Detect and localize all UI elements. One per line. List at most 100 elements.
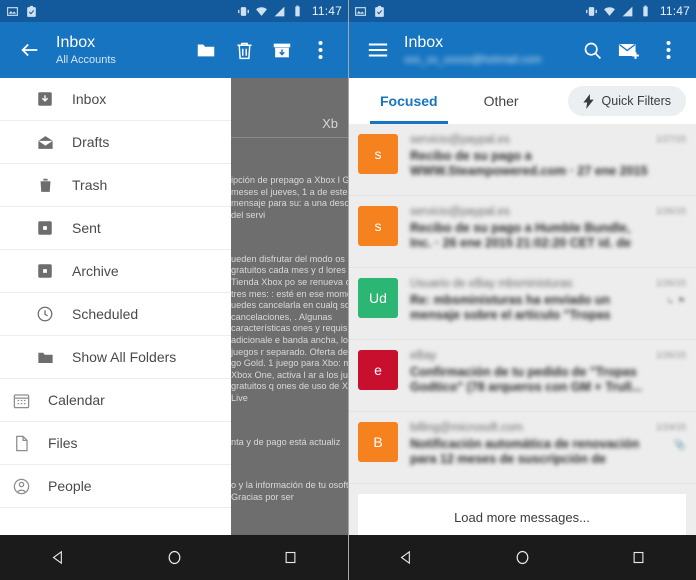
nav-back-button[interactable] <box>379 535 433 580</box>
drawer-scroll-area[interactable]: Inbox Drafts Trash Sent Archive Schedule… <box>0 78 231 535</box>
load-more-messages-button[interactable]: Load more messages... <box>358 494 686 535</box>
nav-recents-button[interactable] <box>611 535 665 580</box>
message-sender: eBay <box>410 350 437 362</box>
left-title-block: Inbox All Accounts <box>56 34 188 67</box>
person-icon <box>8 473 34 499</box>
folder-icon <box>32 344 58 370</box>
back-button[interactable] <box>10 30 50 70</box>
right-account-email: xxx_xx_xxxxx@hotmail.com <box>404 53 542 66</box>
search-button[interactable] <box>574 30 610 70</box>
message-list[interactable]: s servicio@paypal.es Recibo de su pago a… <box>348 124 696 535</box>
drawer-item-calendar[interactable]: Calendar <box>0 379 231 422</box>
drawer-item-inbox[interactable]: Inbox <box>0 78 231 121</box>
drawer-item-label: Files <box>48 435 78 451</box>
nav-back-button[interactable] <box>31 535 85 580</box>
message-meta-icon: ↳ ⚑ <box>665 296 686 307</box>
dimmed-message-behind-drawer[interactable]: Xb ipción de prepago a Xbox l Gold: 3 me… <box>231 78 348 535</box>
status-bar-right-icons: 11:47 <box>237 4 342 18</box>
hamburger-menu-icon <box>368 43 388 57</box>
message-text-block: billing@microsoft.com Notificación autom… <box>410 422 650 473</box>
lightning-icon <box>582 93 594 109</box>
message-text-block: eBay Confirmación de tu pedido de "Tropa… <box>410 350 650 401</box>
clipboard-check-icon <box>27 5 36 17</box>
left-pane-navigation-drawer: 11:47 Inbox All Accounts Xb ipción de pr… <box>0 0 348 580</box>
message-text-block: Usuario de eBay mbsministuras Re: mbsmin… <box>410 278 650 329</box>
clipboard-check-icon <box>375 5 384 17</box>
navigation-drawer: Inbox Drafts Trash Sent Archive Schedule… <box>0 78 231 535</box>
message-row[interactable]: B billing@microsoft.com Notificación aut… <box>348 412 696 484</box>
message-subject: Confirmación de tu pedido de "Tropas God… <box>410 365 643 394</box>
inbox-glyph <box>38 92 52 106</box>
quick-filters-button[interactable]: Quick Filters <box>567 86 686 116</box>
right-page-title: Inbox <box>404 33 444 51</box>
back-triangle-icon <box>52 550 62 565</box>
drawer-item-label: Inbox <box>72 91 107 107</box>
status-bar-left-icons <box>6 5 38 18</box>
signal-icon <box>622 6 633 16</box>
tab-focused[interactable]: Focused <box>370 78 448 124</box>
drawer-item-trash[interactable]: Trash <box>0 164 231 207</box>
sent-icon <box>32 215 58 241</box>
avatar: s <box>358 134 398 174</box>
message-row[interactable]: e eBay Confirmación de tu pedido de "Tro… <box>348 340 696 412</box>
drawer-item-drafts[interactable]: Drafts <box>0 121 231 164</box>
file-icon <box>8 430 34 456</box>
nav-recents-button[interactable] <box>263 535 317 580</box>
delete-button[interactable] <box>226 30 262 70</box>
drawer-item-scheduled[interactable]: Scheduled <box>0 293 231 336</box>
drawer-item-label: People <box>48 478 92 494</box>
move-to-folder-button[interactable] <box>188 30 224 70</box>
nav-home-button[interactable] <box>495 535 549 580</box>
status-bar-clock: 11:47 <box>659 4 690 18</box>
battery-icon <box>295 5 300 16</box>
new-mail-button[interactable] <box>612 30 648 70</box>
drawer-item-archive[interactable]: Archive <box>0 250 231 293</box>
drafts-glyph <box>37 135 53 149</box>
message-subject: Notificación automática de renovación pa… <box>410 437 640 469</box>
message-text-block: servicio@paypal.es Recibo de su pago a W… <box>410 134 650 185</box>
nav-home-button[interactable] <box>147 535 201 580</box>
drawer-item-label: Drafts <box>72 134 110 150</box>
status-bar-left-icons <box>354 5 386 18</box>
tab-label: Other <box>483 93 519 109</box>
dual-screenshot-composite: 11:47 Inbox All Accounts Xb ipción de pr… <box>0 0 696 580</box>
recents-square-icon <box>633 551 643 564</box>
back-arrow-icon <box>21 43 38 57</box>
message-subject: Recibo de su pago a Humble Bundle, Inc. … <box>410 221 631 250</box>
drawer-item-files[interactable]: Files <box>0 422 231 465</box>
avatar: Ud <box>358 278 398 318</box>
drawer-item-show-all-folders[interactable]: Show All Folders <box>0 336 231 379</box>
message-row[interactable]: s servicio@paypal.es Recibo de su pago a… <box>348 196 696 268</box>
person-glyph <box>13 478 29 494</box>
message-row[interactable]: s servicio@paypal.es Recibo de su pago a… <box>348 124 696 196</box>
avatar-letter: s <box>374 146 382 162</box>
archive-glyph <box>38 264 52 278</box>
message-meta: 1/26/15 <box>656 350 686 401</box>
behind-paragraph: nta y de pago está actualiz <box>231 436 341 447</box>
archive-button[interactable] <box>264 30 300 70</box>
image-icon <box>355 6 366 16</box>
tab-other[interactable]: Other <box>474 78 529 124</box>
message-meta: 1/27/15 <box>656 134 686 185</box>
behind-paragraph: o y la información de tu osoft.com. Grac… <box>231 480 348 503</box>
back-triangle-icon <box>400 550 410 565</box>
calendar-icon <box>8 387 34 413</box>
avatar: e <box>358 350 398 390</box>
message-date: 1/26/15 <box>655 278 686 288</box>
drawer-item-label: Archive <box>72 263 119 279</box>
left-app-bar-actions <box>188 30 338 70</box>
message-meta: 1/26/15 ↳ ⚑ <box>656 278 686 329</box>
hamburger-menu-button[interactable] <box>358 30 398 70</box>
avatar-letter: B <box>373 434 383 450</box>
message-row[interactable]: Ud Usuario de eBay mbsministuras Re: mbs… <box>348 268 696 340</box>
vibrate-icon <box>585 6 597 16</box>
drawer-item-people[interactable]: People <box>0 465 231 508</box>
drawer-item-sent[interactable]: Sent <box>0 207 231 250</box>
right-pane-message-list: 11:47 Inbox xxx_xx_xxxxx@hotmail.com Foc… <box>348 0 696 580</box>
right-overflow-menu-button[interactable] <box>650 30 686 70</box>
message-meta: 1/26/15 <box>656 206 686 257</box>
file-glyph <box>15 435 28 451</box>
new-mail-icon <box>618 43 639 59</box>
message-subject: Re: mbsministuras ha enviado un mensaje … <box>410 293 611 322</box>
left-overflow-menu-button[interactable] <box>302 30 338 70</box>
